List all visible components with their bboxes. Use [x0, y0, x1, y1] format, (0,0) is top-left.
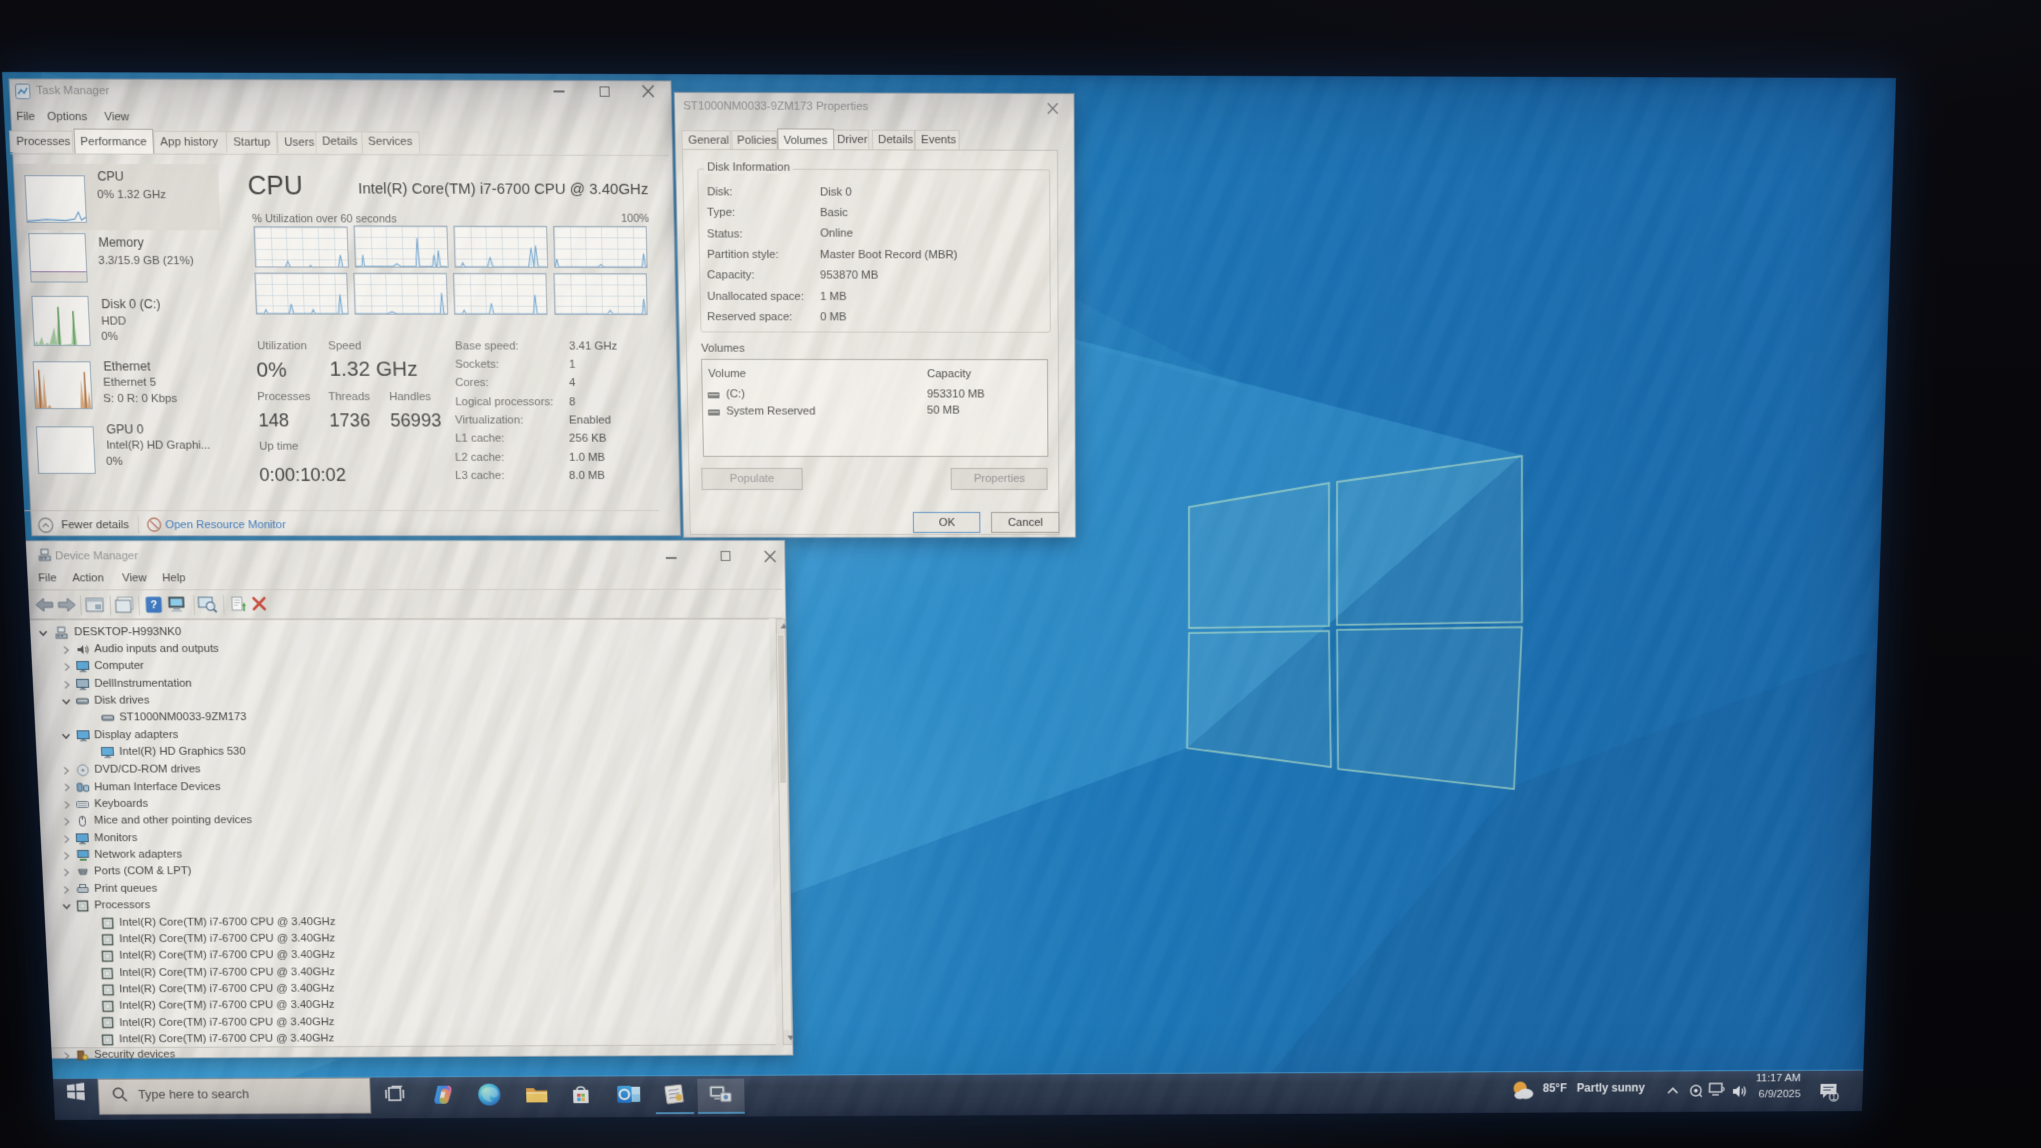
svg-text:?: ? [150, 600, 157, 612]
svg-text:1: 1 [1832, 1092, 1837, 1101]
